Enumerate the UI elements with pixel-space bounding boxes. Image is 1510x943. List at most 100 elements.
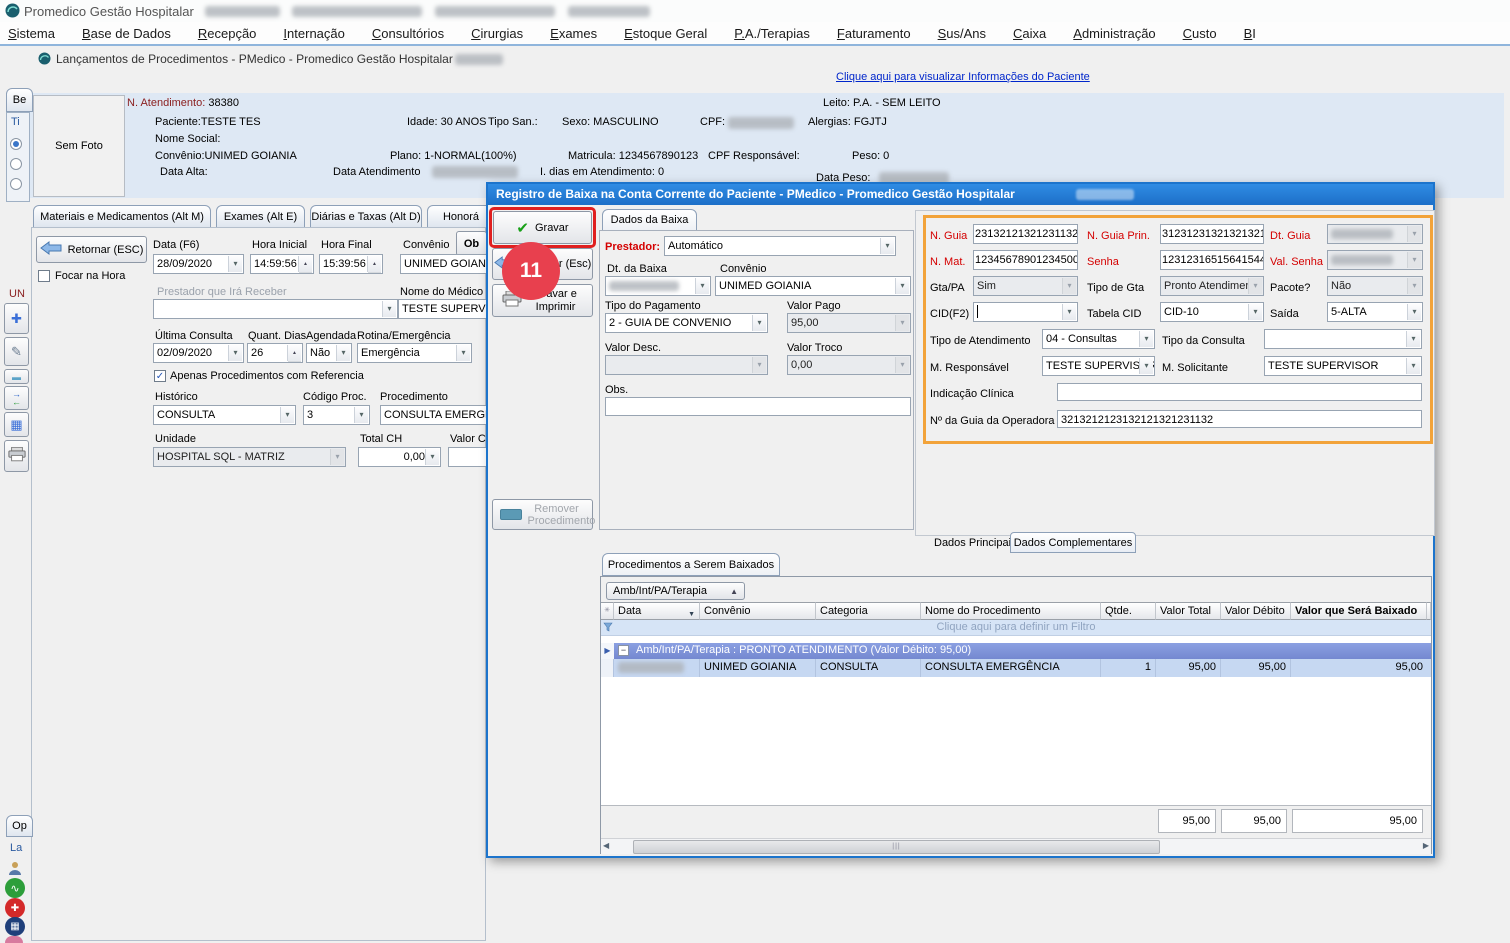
obs-button[interactable]: Ob [456, 231, 487, 256]
column-header-valor-total[interactable]: Valor Total [1156, 602, 1221, 620]
m-solicitante-field[interactable]: TESTE SUPERVISOR▾ [1264, 356, 1422, 376]
tipo-consulta-field[interactable]: ▾ [1264, 329, 1422, 349]
dropdown-icon[interactable]: ▾ [354, 407, 368, 423]
radio-option-3[interactable] [10, 178, 22, 190]
valor-pago-field[interactable]: 95,00▾ [787, 313, 911, 333]
dropdown-icon[interactable]: ▾ [1248, 278, 1262, 294]
menu-recepcao[interactable]: Recepção [198, 26, 257, 41]
obs-input[interactable] [605, 397, 911, 416]
scroll-left-button[interactable]: ◀ [603, 841, 609, 850]
menu-exames[interactable]: Exames [550, 26, 597, 41]
print-button[interactable] [4, 440, 29, 472]
dropdown-icon[interactable]: ▾ [1406, 331, 1420, 347]
subtab-dados-complementares[interactable]: Dados Complementares [1010, 532, 1136, 553]
gta-pa-field[interactable]: Sim▾ [973, 276, 1078, 296]
dropdown-icon[interactable]: ▾ [1062, 278, 1076, 294]
val-senha-field[interactable]: ▾ [1327, 250, 1423, 270]
subtab-dados-principais[interactable]: Dados Principais [934, 537, 1017, 550]
senha-field[interactable]: 12312316515641544 [1160, 250, 1264, 270]
n-guia-prin-field[interactable]: 31231231321321321 [1160, 224, 1264, 244]
dropdown-icon[interactable]: ▾ [1139, 331, 1153, 347]
n-guia-field[interactable]: 23132121321231132 [973, 224, 1078, 244]
patient-info-link[interactable]: Clique aqui para visualizar Informações … [836, 71, 1090, 83]
transfer-button[interactable]: → ← [4, 386, 29, 410]
dropdown-icon[interactable]: ▾ [752, 315, 766, 331]
dropdown-icon[interactable]: ▾ [895, 357, 909, 373]
menu-custo[interactable]: Custo [1183, 26, 1217, 41]
menu-sus-ans[interactable]: Sus/Ans [938, 26, 986, 41]
indicacao-clinica-input[interactable] [1057, 383, 1422, 401]
spinner-icon[interactable]: ▲▼ [298, 256, 312, 272]
rail-tab-bottom[interactable]: Op [6, 815, 33, 837]
valor-desc-field[interactable]: ▾ [605, 355, 768, 375]
menu-estoque-geral[interactable]: Estoque Geral [624, 26, 707, 41]
remover-procedimento-button[interactable]: Remover Procedimento [492, 499, 593, 530]
valor-ch-field[interactable] [448, 447, 487, 467]
dropdown-icon[interactable]: ▾ [330, 449, 344, 465]
ultima-consulta-field[interactable]: 02/09/2020▾ [153, 343, 244, 363]
tipo-gta-field[interactable]: Pronto Atendimento▾ [1160, 276, 1264, 296]
group-by-button[interactable]: Amb/Int/PA/Terapia ▲ [606, 582, 745, 600]
menu-sistema[interactable]: Sistema [8, 26, 55, 41]
grid-view-button[interactable]: ▦ [4, 412, 29, 437]
tab-exames[interactable]: Exames (Alt E) [216, 205, 305, 228]
tabela-cid-field[interactable]: CID-10▾ [1160, 302, 1264, 322]
codigo-proc-field[interactable]: 3▾ [303, 405, 370, 425]
tab-diarias-taxas[interactable]: Diárias e Taxas (Alt D) [310, 205, 422, 228]
valor-troco-field[interactable]: 0,00▾ [787, 355, 911, 375]
menu-internacao[interactable]: Internação [283, 26, 344, 41]
dropdown-icon[interactable]: ▾ [1407, 252, 1421, 268]
prestador-field[interactable]: Automático▾ [664, 236, 896, 256]
cid-field[interactable]: ▾ [973, 302, 1078, 322]
dropdown-icon[interactable]: ▾ [880, 238, 894, 254]
remove-button[interactable]: ▬ [4, 369, 29, 384]
tab-honorarios[interactable]: Honorá [427, 205, 495, 228]
pacote-field[interactable]: Não▾ [1327, 276, 1423, 296]
guia-operadora-input[interactable]: 3213212123132121321231132 [1057, 410, 1422, 428]
menu-administracao[interactable]: Administração [1073, 26, 1155, 41]
column-header-nome-procedimento[interactable]: Nome do Procedimento [921, 602, 1101, 620]
dt-guia-field[interactable]: ▾ [1327, 224, 1423, 244]
dropdown-icon[interactable]: ▾ [228, 256, 242, 272]
dropdown-icon[interactable]: ▾ [456, 345, 470, 361]
spinner-icon[interactable]: ▲▼ [287, 345, 301, 361]
tab-dados-da-baixa[interactable]: Dados da Baixa [602, 209, 697, 231]
rotina-emergencia-field[interactable]: Emergência▾ [357, 343, 472, 363]
hora-final-field[interactable]: 15:39:56 ▲▼ [319, 254, 383, 274]
rail-tab-top[interactable]: Be [6, 88, 33, 112]
menu-consultorios[interactable]: Consultórios [372, 26, 444, 41]
menu-bi[interactable]: BI [1244, 26, 1256, 41]
agendada-field[interactable]: Não▾ [306, 343, 352, 363]
column-header-categoria[interactable]: Categoria [816, 602, 921, 620]
dropdown-icon[interactable]: ▾ [382, 301, 396, 317]
menu-caixa[interactable]: Caixa [1013, 26, 1046, 41]
dropdown-icon[interactable]: ▾ [1406, 358, 1420, 374]
tab-procedimentos-baixados[interactable]: Procedimentos a Serem Baixados [602, 553, 780, 576]
dropdown-icon[interactable]: ▾ [895, 315, 909, 331]
dt-baixa-field[interactable]: ▾ [605, 276, 711, 296]
menu-faturamento[interactable]: Faturamento [837, 26, 911, 41]
apenas-referencia-checkbox[interactable]: ✓ [154, 370, 166, 382]
radio-option-1[interactable] [10, 138, 22, 150]
quant-dias-field[interactable]: 26 ▲▼ [247, 343, 303, 363]
dropdown-icon[interactable]: ▾ [752, 357, 766, 373]
saida-field[interactable]: 5-ALTA▾ [1327, 302, 1423, 322]
column-header-data[interactable]: Data▼ [614, 602, 700, 620]
dropdown-icon[interactable]: ▾ [1407, 226, 1421, 242]
spinner-icon[interactable]: ▲▼ [367, 256, 381, 272]
column-header-convenio[interactable]: Convênio [700, 602, 816, 620]
menu-cirurgias[interactable]: Cirurgias [471, 26, 523, 41]
nome-medico-field[interactable]: TESTE SUPERVISOR [398, 299, 487, 319]
data-f6-field[interactable]: 28/09/2020▾ [153, 254, 244, 274]
procedimento-field[interactable]: CONSULTA EMERGÊNCIA [380, 405, 487, 425]
grid-hscrollbar[interactable]: ◀ ||| ▶ [601, 838, 1431, 854]
focar-na-hora-checkbox[interactable] [38, 270, 50, 282]
dropdown-icon[interactable]: ▾ [895, 278, 909, 294]
scrollbar-thumb[interactable]: ||| [633, 840, 1160, 854]
retornar-esc-button[interactable]: Retornar (ESC) [36, 236, 147, 263]
scroll-right-button[interactable]: ▶ [1423, 841, 1429, 850]
add-button[interactable]: ✚ [4, 303, 29, 334]
emergency-icon[interactable]: ✚ [5, 898, 25, 918]
dropdown-icon[interactable]: ▾ [425, 449, 439, 465]
radio-option-2[interactable] [10, 158, 22, 170]
